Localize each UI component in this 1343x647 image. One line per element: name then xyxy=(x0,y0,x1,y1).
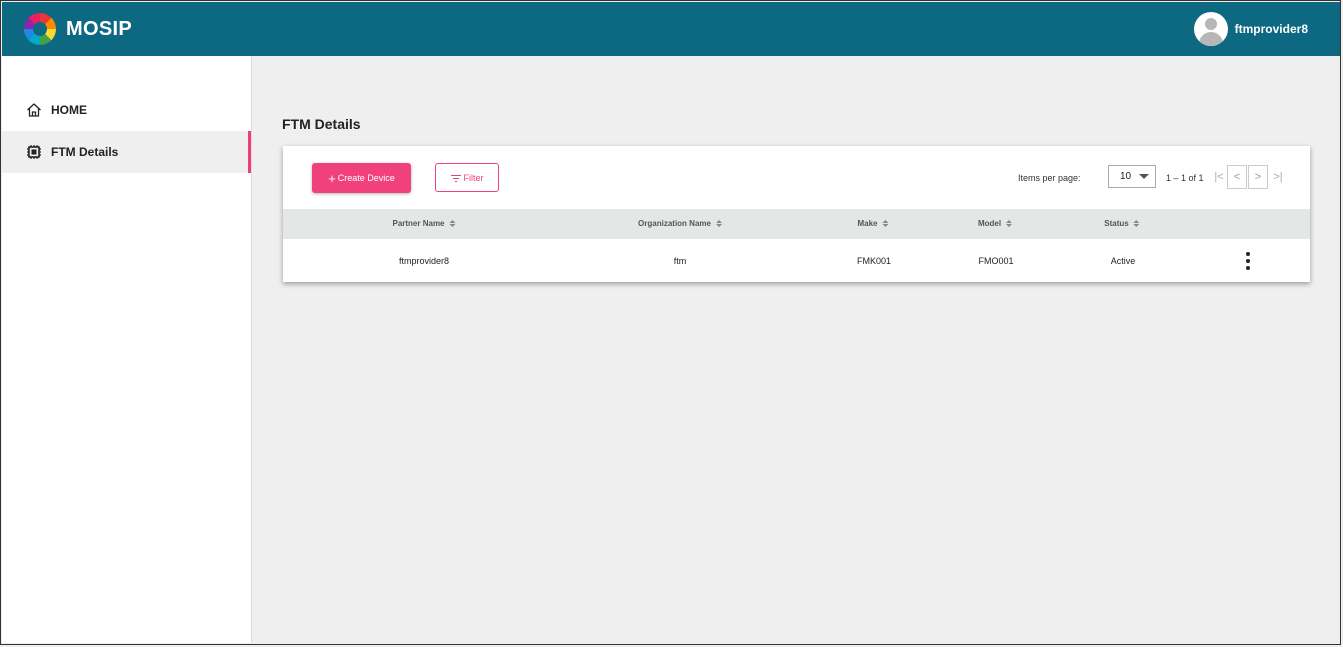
last-page-icon[interactable]: >| xyxy=(1268,165,1288,189)
chip-icon xyxy=(25,143,43,161)
cell-make: FMK001 xyxy=(856,256,892,266)
first-page-icon[interactable]: |< xyxy=(1209,165,1229,189)
filter-label: Filter xyxy=(463,172,484,183)
create-device-button[interactable]: + Create Device xyxy=(312,163,411,193)
plus-icon: + xyxy=(328,170,336,186)
filter-icon xyxy=(450,174,461,182)
more-options-icon[interactable] xyxy=(1244,252,1252,270)
prev-page-icon[interactable]: < xyxy=(1227,165,1247,189)
username[interactable]: ftmprovider8 xyxy=(1235,22,1308,36)
sort-icon xyxy=(449,220,456,227)
items-per-page-label: Items per page: xyxy=(1018,173,1081,183)
column-header-partner-name[interactable]: Partner Name xyxy=(392,219,456,228)
sidebar-item-ftm-details[interactable]: FTM Details xyxy=(2,131,251,173)
page-title: FTM Details xyxy=(282,116,361,132)
sort-icon xyxy=(715,220,722,227)
sort-icon xyxy=(1133,220,1140,227)
chevron-down-icon xyxy=(1139,174,1149,179)
column-header-model[interactable]: Model xyxy=(978,219,1013,228)
top-bar: MOSIP ftmprovider8 xyxy=(2,2,1340,56)
items-per-page-value: 10 xyxy=(1120,171,1132,182)
cell-organization-name: ftm xyxy=(673,256,687,266)
cell-model: FMO001 xyxy=(978,256,1014,266)
table-header: Partner Name Organization Name Make Mode… xyxy=(283,209,1310,239)
items-per-page-select[interactable]: 10 xyxy=(1108,165,1156,188)
sidebar: HOME FTM Details xyxy=(2,56,252,643)
home-icon xyxy=(25,101,43,119)
app-name: MOSIP xyxy=(66,17,132,40)
pagination-range: 1 – 1 of 1 xyxy=(1166,173,1204,183)
create-device-label: Create Device xyxy=(337,173,395,183)
column-header-organization-name[interactable]: Organization Name xyxy=(638,219,722,228)
user-menu[interactable]: ftmprovider8 xyxy=(1193,12,1308,46)
sidebar-item-label: HOME xyxy=(51,103,87,117)
sort-icon xyxy=(882,220,889,227)
next-page-icon[interactable]: > xyxy=(1248,165,1268,189)
column-header-make[interactable]: Make xyxy=(857,219,889,228)
cell-status: Active xyxy=(1110,256,1136,266)
ftm-table-card: + Create Device Filter Items per page: 1… xyxy=(283,146,1310,282)
brand[interactable]: MOSIP xyxy=(24,13,132,45)
sidebar-item-home[interactable]: HOME xyxy=(2,89,251,131)
sort-icon xyxy=(1006,220,1013,227)
filter-button[interactable]: Filter xyxy=(435,163,499,192)
sidebar-item-label: FTM Details xyxy=(51,145,119,159)
mosip-logo-icon xyxy=(24,13,56,45)
table-row[interactable]: ftmprovider8 ftm FMK001 FMO001 Active xyxy=(283,239,1310,282)
avatar-icon[interactable] xyxy=(1193,12,1228,46)
column-header-status[interactable]: Status xyxy=(1104,219,1140,228)
cell-partner-name: ftmprovider8 xyxy=(398,256,450,266)
